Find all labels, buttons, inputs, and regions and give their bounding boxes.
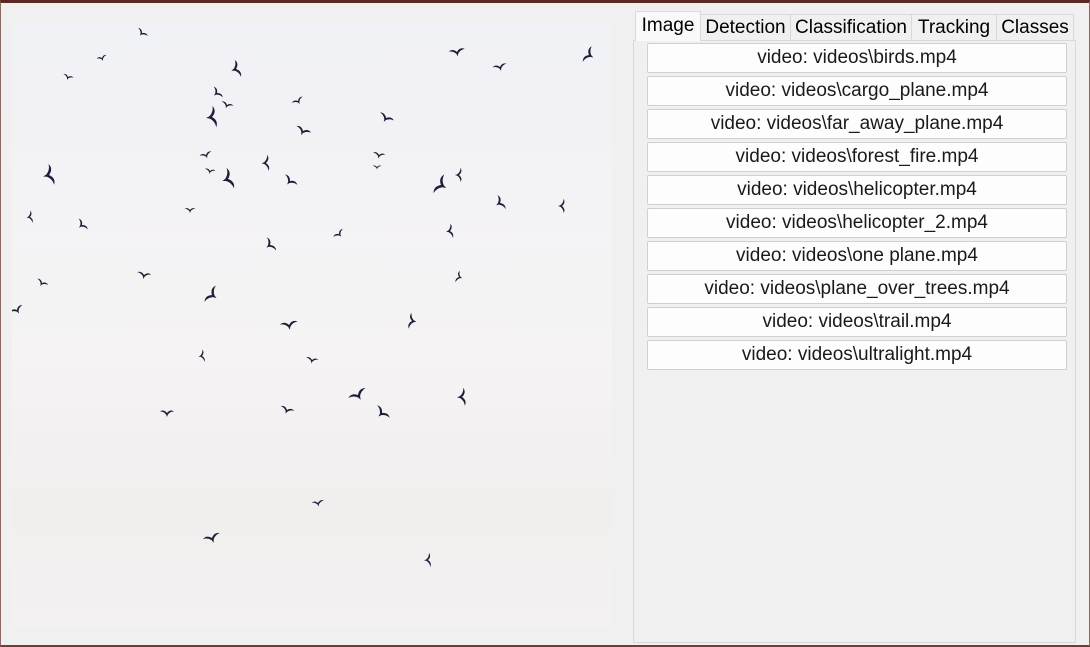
video-button-birds[interactable]: video: videos\birds.mp4 (647, 43, 1067, 73)
bird-silhouette (557, 198, 565, 214)
tab-tracking[interactable]: Tracking (911, 14, 997, 40)
app-window: Image Detection Classification Tracking … (0, 0, 1090, 647)
bird-silhouette (433, 174, 447, 194)
tab-classification[interactable]: Classification (790, 14, 912, 40)
bird-silhouette (137, 271, 152, 279)
bird-silhouette (206, 105, 217, 128)
bird-silhouette (296, 125, 312, 136)
bird-silhouette (222, 168, 235, 189)
bird-silhouette (280, 405, 295, 414)
tab-detection[interactable]: Detection (700, 14, 791, 40)
bird-silhouette (204, 168, 216, 174)
bird-silhouette (198, 349, 205, 362)
bird-silhouette (26, 210, 33, 223)
bird-silhouette (284, 174, 298, 185)
bird-silhouette (43, 163, 55, 185)
video-button-plane-over-trees[interactable]: video: videos\plane_over_trees.mp4 (647, 274, 1067, 304)
bird-silhouette (348, 388, 366, 400)
bird-silhouette (373, 152, 386, 159)
bird-silhouette (12, 305, 23, 314)
bird-silhouette (266, 237, 277, 251)
image-tab-panel: video: videos\birds.mp4 video: videos\ca… (633, 40, 1076, 643)
video-button-one-plane[interactable]: video: videos\one plane.mp4 (647, 241, 1067, 271)
bird-silhouette (454, 167, 462, 183)
bird-silhouette (455, 270, 463, 283)
bird-silhouette (78, 218, 88, 230)
bird-silhouette (306, 357, 319, 364)
video-button-forest-fire[interactable]: video: videos\forest_fire.mp4 (647, 142, 1067, 172)
video-image (12, 27, 594, 568)
video-button-cargo-plane[interactable]: video: videos\cargo_plane.mp4 (647, 76, 1067, 106)
bird-silhouette (457, 387, 466, 406)
bird-silhouette (63, 73, 74, 80)
bird-silhouette (496, 195, 506, 210)
bird-silhouette (159, 410, 175, 417)
video-frame (12, 25, 612, 627)
bird-silhouette (202, 532, 220, 543)
video-button-helicopter[interactable]: video: videos\helicopter.mp4 (647, 175, 1067, 205)
bird-silhouette (204, 285, 217, 302)
bird-silhouette (96, 54, 107, 61)
bird-silhouette (408, 312, 417, 329)
bird-silhouette (279, 320, 298, 330)
bird-silhouette (291, 96, 303, 105)
video-button-ultralight[interactable]: video: videos\ultralight.mp4 (647, 340, 1067, 370)
video-button-trail[interactable]: video: videos\trail.mp4 (647, 307, 1067, 337)
bird-silhouette (138, 27, 148, 36)
video-button-helicopter-2[interactable]: video: videos\helicopter_2.mp4 (647, 208, 1067, 238)
bird-silhouette (231, 59, 242, 77)
bird-silhouette (184, 208, 196, 213)
bird-silhouette (221, 101, 234, 109)
bird-silhouette (333, 228, 343, 237)
bird-silhouette (424, 552, 431, 568)
bird-silhouette (379, 112, 394, 122)
bird-silhouette (377, 405, 390, 418)
bird-silhouette (446, 223, 454, 238)
bird-silhouette (582, 46, 594, 62)
bird-silhouette (372, 165, 382, 170)
bird-silhouette (261, 154, 270, 171)
video-button-far-away-plane[interactable]: video: videos\far_away_plane.mp4 (647, 109, 1067, 139)
bird-silhouette (199, 151, 212, 159)
bird-silhouette (213, 86, 223, 98)
bird-silhouette (492, 63, 507, 71)
tab-bar: Image Detection Classification Tracking … (633, 11, 1076, 41)
bird-silhouette (311, 500, 324, 507)
tab-image[interactable]: Image (635, 11, 701, 41)
bird-silhouette (37, 278, 49, 287)
tab-classes[interactable]: Classes (996, 14, 1074, 40)
tab-notebook: Image Detection Classification Tracking … (633, 11, 1076, 643)
bird-silhouette (448, 48, 465, 57)
